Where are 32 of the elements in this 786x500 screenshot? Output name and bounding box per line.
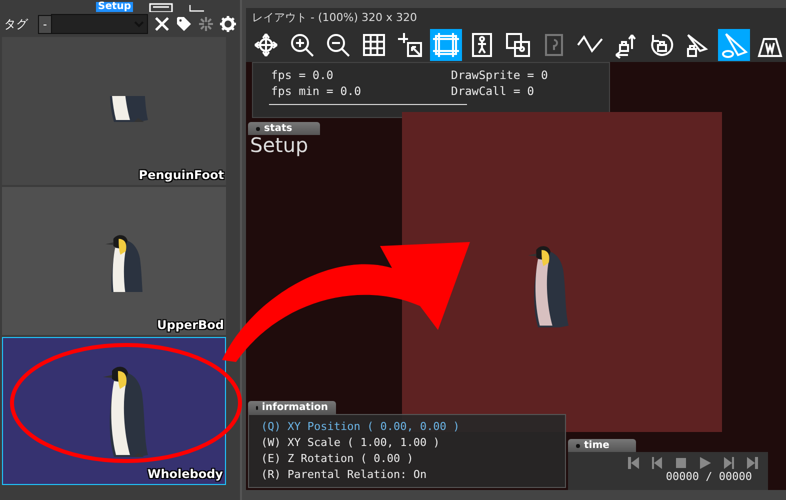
information-line[interactable]: (Q) XY Position ( 0.00, 0.00 ) — [261, 419, 565, 435]
stats-line: DrawSprite = 0 — [451, 67, 548, 83]
time-tab[interactable]: time — [568, 439, 636, 452]
frame-counter: 00000 / 00000 — [666, 470, 753, 484]
last-frame-icon[interactable] — [746, 456, 760, 470]
information-line[interactable]: (R) Parental Relation: On — [261, 467, 565, 483]
tag-icon[interactable] — [176, 16, 192, 32]
settings-icon[interactable] — [220, 16, 236, 32]
previous-frame-icon[interactable] — [650, 456, 664, 470]
part-name: Wholebody — [147, 467, 223, 481]
part-list-item[interactable]: UpperBod — [2, 187, 226, 335]
stats-line: DrawCall = 0 — [451, 83, 536, 99]
close-icon[interactable] — [154, 16, 170, 32]
next-frame-icon[interactable] — [722, 456, 736, 470]
part-list-item[interactable]: Wholebody — [2, 337, 226, 485]
window-title: レイアウト - (100%) 320 x 320 — [246, 8, 786, 28]
stats-tab[interactable]: stats — [248, 122, 320, 135]
tag-mode-button[interactable]: - — [38, 14, 52, 34]
part-name: PenguinFoot — [138, 168, 224, 182]
stop-icon[interactable] — [674, 456, 688, 470]
stats-line: fps min = 0.0 — [271, 83, 362, 99]
play-icon[interactable] — [698, 456, 712, 470]
stats-line: fps = 0.0 — [271, 67, 334, 83]
tag-label: タグ — [4, 16, 28, 32]
mode-label: Setup — [250, 133, 308, 157]
part-name: UpperBod — [157, 318, 224, 332]
information-line[interactable]: (E) Z Rotation ( 0.00 ) — [261, 451, 565, 467]
information-tab[interactable]: information — [248, 401, 336, 414]
part-list-item[interactable]: PenguinFoot — [2, 37, 226, 185]
panel-icon[interactable] — [149, 2, 174, 12]
information-line[interactable]: (W) XY Scale ( 1.00, 1.00 ) — [261, 435, 565, 451]
first-frame-icon[interactable] — [626, 456, 640, 470]
